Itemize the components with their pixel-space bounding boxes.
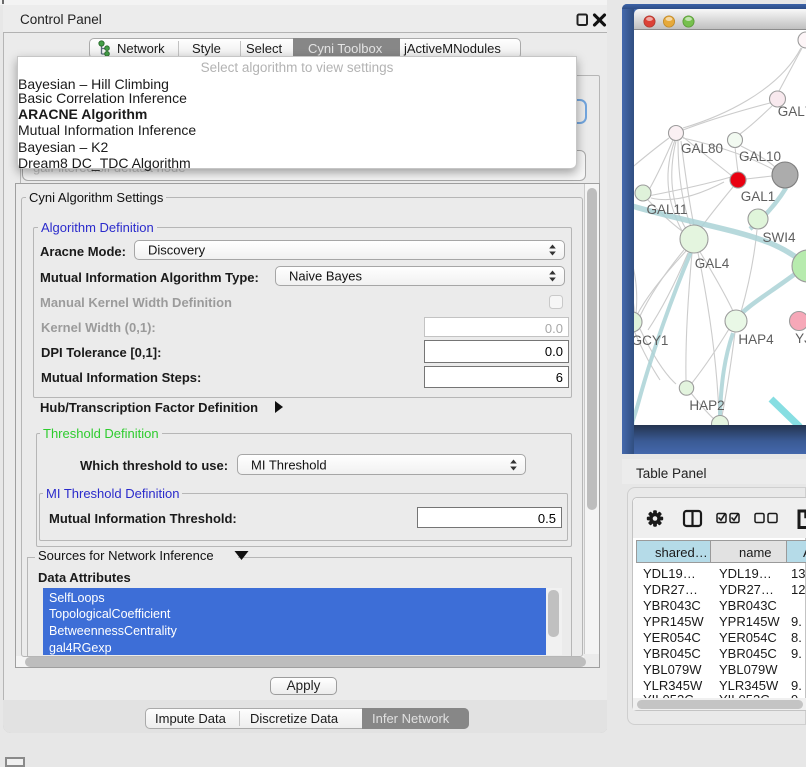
svg-text:YJ: YJ <box>795 331 806 346</box>
svg-text:GAL1: GAL1 <box>741 189 776 204</box>
svg-text:GAL80: GAL80 <box>681 141 723 156</box>
svg-text:GCY1: GCY1 <box>634 333 668 348</box>
svg-text:GAL7: GAL7 <box>778 104 806 119</box>
svg-text:GAL11: GAL11 <box>646 202 687 217</box>
svg-text:GAL10: GAL10 <box>739 149 781 164</box>
svg-text:HAP2: HAP2 <box>689 398 724 413</box>
svg-text:GAL4: GAL4 <box>695 256 730 271</box>
svg-text:SWI4: SWI4 <box>762 230 795 245</box>
svg-text:HAP4: HAP4 <box>738 332 774 347</box>
